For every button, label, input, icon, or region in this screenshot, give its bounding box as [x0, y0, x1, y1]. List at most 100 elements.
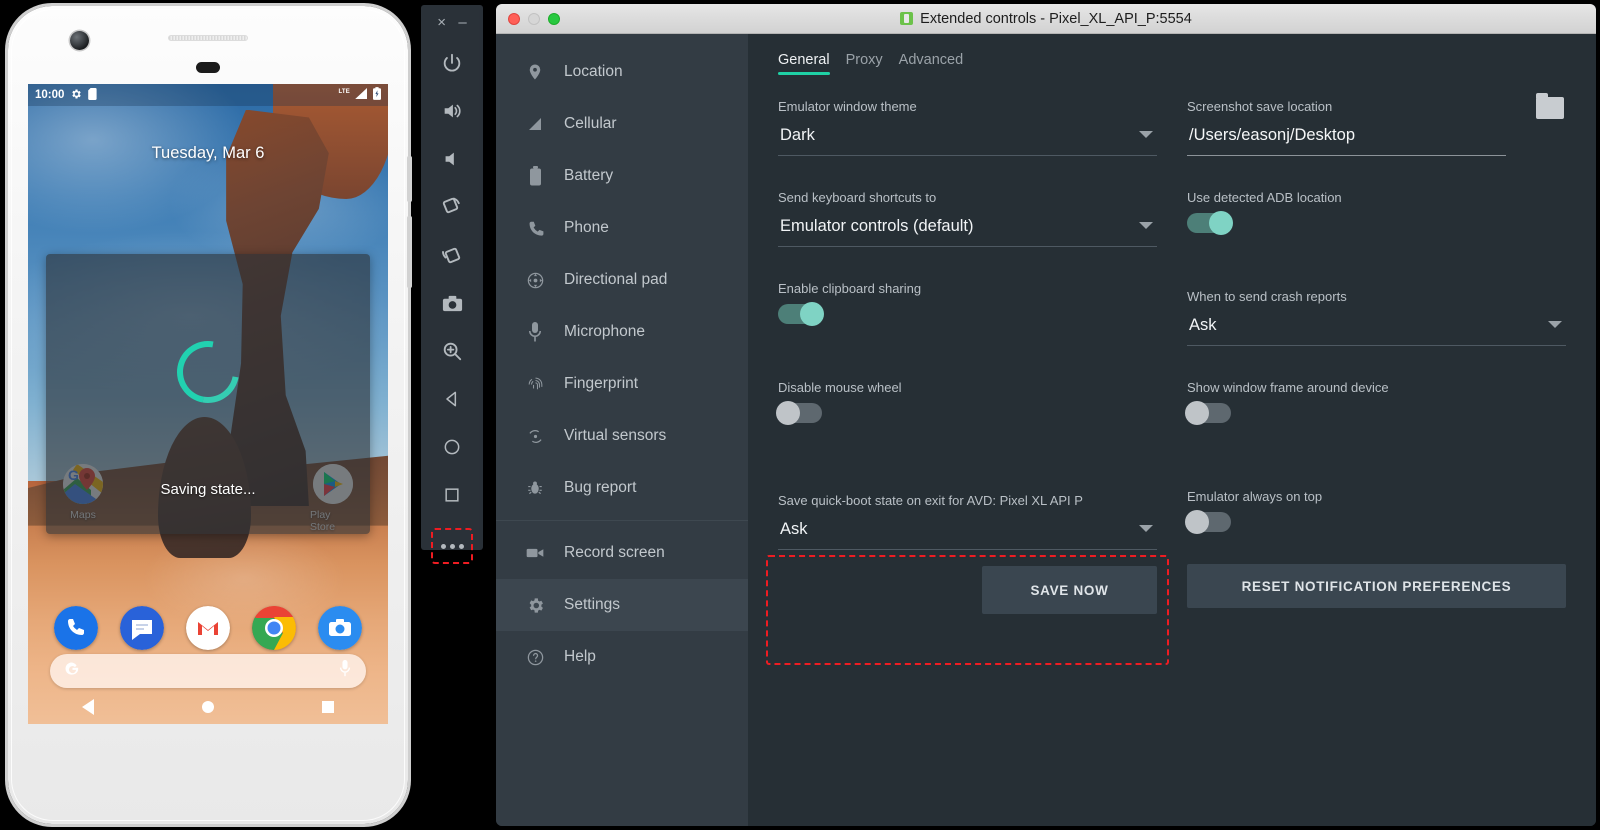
saving-state-dialog: Saving state... [46, 254, 370, 534]
microphone-icon[interactable] [338, 660, 352, 682]
phone-icon[interactable] [54, 606, 98, 650]
settings-left-column: Emulator window theme Dark Send keyboard… [766, 99, 1169, 665]
sidebar-item-bug-report[interactable]: Bug report [496, 462, 748, 514]
sidebar-item-virtual-sensors[interactable]: Virtual sensors [496, 410, 748, 462]
rotate-right-button[interactable] [421, 231, 483, 279]
save-now-button[interactable]: SAVE NOW [982, 566, 1157, 614]
use-detected-adb-toggle[interactable] [1187, 211, 1233, 235]
battery-icon [373, 87, 381, 103]
tab-proxy[interactable]: Proxy [846, 52, 883, 75]
show-window-frame-toggle[interactable] [1185, 401, 1231, 425]
zoom-in-button[interactable] [421, 327, 483, 375]
phone-power-button[interactable] [407, 156, 412, 202]
settings-tabs: General Proxy Advanced [778, 52, 1566, 75]
sidebar-item-microphone[interactable]: Microphone [496, 306, 748, 358]
keyboard-shortcuts-value: Emulator controls (default) [780, 217, 974, 235]
more-button[interactable] [431, 528, 473, 564]
toggle-knob [1185, 510, 1209, 534]
keyboard-shortcuts-select[interactable]: Emulator controls (default) [778, 213, 1157, 247]
screenshot-location-input[interactable]: /Users/easonj/Desktop [1187, 122, 1506, 156]
sidebar-item-label: Directional pad [564, 271, 668, 288]
sidebar-item-label: Fingerprint [564, 375, 639, 392]
theme-select[interactable]: Dark [778, 122, 1157, 156]
field-label: Save quick-boot state on exit for AVD: P… [778, 493, 1083, 508]
field-quickboot: Save quick-boot state on exit for AVD: P… [778, 493, 1157, 616]
status-bar: 10:00 LTE [28, 84, 388, 106]
field-clipboard-sharing: Enable clipboard sharing [778, 281, 1157, 326]
sidebar-item-phone[interactable]: Phone [496, 202, 748, 254]
phone-volume-button[interactable] [407, 216, 412, 288]
home-button[interactable] [421, 423, 483, 471]
field-adb-location: Use detected ADB location [1187, 190, 1566, 235]
close-icon[interactable]: × [437, 15, 446, 30]
field-emulator-window-theme: Emulator window theme Dark [778, 99, 1157, 156]
sidebar-item-location[interactable]: Location [496, 46, 748, 98]
microphone-icon [524, 321, 546, 343]
battery-icon [524, 165, 546, 187]
status-time: 10:00 [35, 89, 65, 101]
device-screen[interactable]: 10:00 LTE Tuesday, Mar 6 Saving state... [28, 84, 388, 724]
power-button[interactable] [421, 39, 483, 87]
sidebar-item-label: Bug report [564, 479, 637, 496]
quickboot-value: Ask [780, 520, 808, 538]
sidebar-item-battery[interactable]: Battery [496, 150, 748, 202]
minimize-icon[interactable]: – [458, 15, 466, 30]
sidebar-item-directional-pad[interactable]: Directional pad [496, 254, 748, 306]
emulator-toolbar: × – [421, 5, 483, 564]
field-label: Send keyboard shortcuts to [778, 190, 937, 205]
crash-reports-select[interactable]: Ask [1187, 312, 1566, 346]
video-camera-icon [524, 542, 546, 564]
back-button[interactable] [82, 699, 94, 715]
tab-general[interactable]: General [778, 52, 830, 75]
toggle-knob [1185, 401, 1209, 425]
chrome-icon[interactable] [252, 606, 296, 650]
screenshot-button[interactable] [421, 279, 483, 327]
window-title: Extended controls - Pixel_XL_API_P:5554 [920, 10, 1192, 27]
extended-controls-window: Extended controls - Pixel_XL_API_P:5554 … [496, 4, 1596, 826]
sidebar-item-label: Settings [564, 596, 621, 613]
phone-bezel: 10:00 LTE Tuesday, Mar 6 Saving state... [8, 6, 412, 824]
browse-folder-button[interactable] [1536, 93, 1566, 123]
sidebar-item-label: Battery [564, 167, 614, 184]
clipboard-sharing-toggle[interactable] [778, 302, 824, 326]
folder-icon [1536, 93, 1564, 119]
emulator-always-on-top-toggle[interactable] [1185, 510, 1231, 534]
tab-advanced[interactable]: Advanced [899, 52, 964, 75]
back-button[interactable] [421, 375, 483, 423]
sidebar-item-cellular[interactable]: Cellular [496, 98, 748, 150]
rotate-left-button[interactable] [421, 183, 483, 231]
chevron-down-icon [1139, 222, 1153, 229]
sidebar-item-record-screen[interactable]: Record screen [496, 527, 748, 579]
sidebar-item-label: Microphone [564, 323, 645, 340]
camera-icon[interactable] [318, 606, 362, 650]
sidebar-item-fingerprint[interactable]: Fingerprint [496, 358, 748, 410]
sdcard-icon [88, 87, 98, 103]
reset-notification-preferences-button[interactable]: RESET NOTIFICATION PREFERENCES [1187, 564, 1566, 608]
toggle-knob [1209, 211, 1233, 235]
field-window-frame: Show window frame around device [1185, 380, 1566, 425]
field-crash-reports: When to send crash reports Ask [1187, 289, 1566, 346]
sidebar-item-settings[interactable]: Settings [496, 579, 748, 631]
bug-icon [524, 477, 546, 499]
overview-button[interactable] [421, 471, 483, 519]
window-titlebar[interactable]: Extended controls - Pixel_XL_API_P:5554 [496, 4, 1596, 34]
volume-up-button[interactable] [421, 87, 483, 135]
saving-state-message: Saving state... [160, 481, 256, 498]
location-pin-icon [524, 61, 546, 83]
overview-button[interactable] [322, 701, 334, 713]
field-always-on-top: Emulator always on top [1185, 489, 1566, 534]
gmail-icon[interactable] [186, 606, 230, 650]
messages-icon[interactable] [120, 606, 164, 650]
settings-content: General Proxy Advanced Emulator window t… [748, 34, 1596, 826]
field-label: Emulator window theme [778, 99, 917, 114]
disable-mouse-wheel-toggle[interactable] [776, 401, 822, 425]
sidebar-item-label: Location [564, 63, 623, 80]
google-search-bar[interactable] [50, 654, 366, 688]
home-button[interactable] [202, 701, 214, 713]
field-keyboard-shortcuts: Send keyboard shortcuts to Emulator cont… [778, 190, 1157, 247]
settings-right-column: Screenshot save location /Users/easonj/D… [1185, 93, 1566, 650]
quickboot-select[interactable]: Ask [778, 516, 1157, 550]
sidebar-item-help[interactable]: Help [496, 631, 748, 683]
volume-down-button[interactable] [421, 135, 483, 183]
more-dots-icon [458, 543, 464, 549]
